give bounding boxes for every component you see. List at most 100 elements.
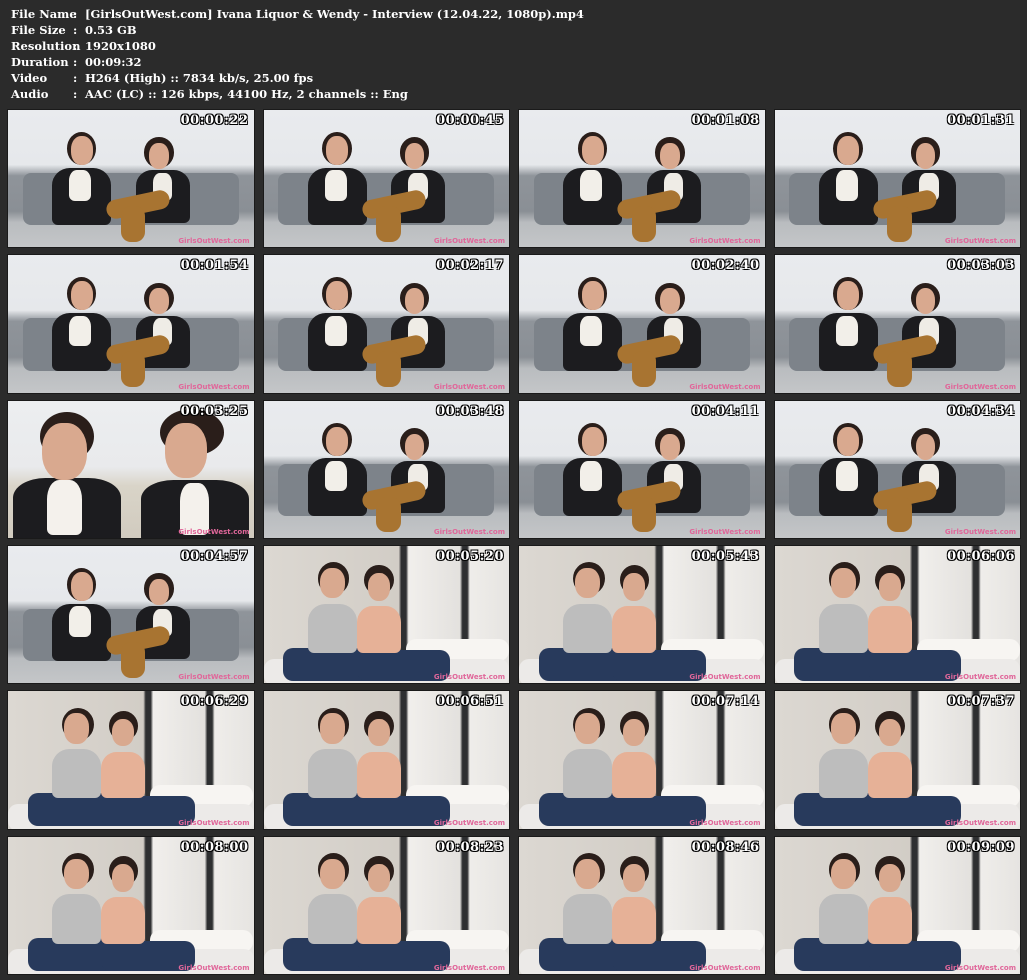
figure-face: [70, 572, 93, 601]
figure-face: [326, 426, 349, 456]
figure-legs: [887, 351, 912, 388]
figure-face: [581, 136, 604, 165]
watermark-logo: GirlsOutWest.com: [178, 237, 250, 246]
figure-top: [867, 897, 912, 944]
figure-face: [915, 288, 936, 315]
thumbnail-interview: 00:04:34 GirlsOutWest.com: [773, 399, 1021, 539]
thumbnail-interview: 00:03:48 GirlsOutWest.com: [262, 399, 510, 539]
thumbnail-window: 00:08:23 GirlsOutWest.com: [262, 835, 510, 975]
info-separator: :: [73, 55, 78, 69]
figure-top: [612, 751, 657, 799]
figure-legs: [631, 496, 657, 533]
info-separator: :: [73, 71, 78, 85]
figure-legs: [120, 351, 146, 388]
figure-face: [149, 288, 169, 315]
thumbnail-closeup: 00:03:25 GirlsOutWest.com: [7, 399, 255, 539]
figure-shirt: [47, 480, 82, 536]
figure-top: [52, 749, 102, 799]
info-separator: :: [73, 87, 78, 101]
scene-illustration: [8, 110, 254, 247]
figure-face: [575, 858, 600, 889]
figure-top: [818, 603, 868, 654]
watermark-logo: GirlsOutWest.com: [689, 527, 761, 536]
figure-face: [367, 573, 390, 601]
figure-face: [623, 718, 646, 747]
info-row: File Name: [GirlsOutWest.com] Ivana Liquo…: [11, 6, 584, 22]
scene-illustration: [264, 110, 510, 247]
timestamp-label: 00:04:34: [947, 403, 1015, 419]
figure-top: [307, 749, 357, 799]
figure-face: [319, 858, 345, 889]
watermark-logo: GirlsOutWest.com: [689, 818, 761, 827]
figure-top: [101, 897, 146, 944]
scene-illustration: [263, 546, 509, 684]
info-separator: :: [73, 7, 78, 21]
info-row: Resolution:1920x1080: [11, 38, 584, 54]
figure-top: [307, 603, 357, 654]
thumbnail-window: 00:06:06 GirlsOutWest.com: [773, 544, 1021, 685]
watermark-logo: GirlsOutWest.com: [689, 382, 761, 391]
figure-face: [915, 142, 936, 170]
watermark-logo: GirlsOutWest.com: [944, 382, 1016, 391]
thumbnail-interview: 00:00:22 GirlsOutWest.com: [7, 109, 255, 249]
figure-shirt: [835, 315, 858, 346]
figure-face: [575, 567, 600, 599]
figure-face: [326, 281, 349, 311]
figure-top: [818, 749, 868, 799]
figure-top: [612, 897, 657, 944]
thumbnail-grid: 00:00:22 GirlsOutWest.com 00:00:45 GirlsOut…: [7, 109, 1021, 975]
scene-illustration: [774, 546, 1020, 684]
thumbnail-window: 00:06:29 GirlsOutWest.com: [7, 690, 255, 830]
scene-illustration: [774, 691, 1020, 829]
thumbnail-window: 00:07:14 GirlsOutWest.com: [518, 690, 766, 830]
watermark-logo: GirlsOutWest.com: [944, 963, 1016, 972]
info-value: 0.53 GB: [85, 23, 137, 37]
scene-illustration: [519, 691, 765, 829]
thumbnail-interview: 00:02:40 GirlsOutWest.com: [518, 254, 766, 394]
info-value: 00:09:32: [85, 55, 142, 69]
scene-illustration: [263, 837, 509, 974]
figure-face: [149, 142, 169, 170]
scene-illustration: [775, 401, 1021, 538]
timestamp-label: 00:05:43: [691, 548, 760, 564]
figure-face: [367, 864, 390, 892]
thumbnail-window: 00:08:00 GirlsOutWest.com: [7, 835, 255, 975]
timestamp-label: 00:08:23: [436, 839, 504, 855]
figure-legs: [376, 206, 401, 242]
scene-illustration: [263, 691, 509, 829]
scene-illustration: [264, 255, 510, 392]
timestamp-label: 00:08:00: [180, 839, 249, 855]
watermark-logo: GirlsOutWest.com: [433, 237, 505, 246]
figure-face: [878, 718, 901, 747]
figure-face: [42, 422, 87, 481]
thumbnail-window: 00:07:37 GirlsOutWest.com: [773, 690, 1021, 830]
figure-top: [356, 751, 401, 799]
thumbnail-interview: 00:01:31 GirlsOutWest.com: [773, 109, 1021, 249]
timestamp-label: 00:02:17: [436, 258, 504, 274]
figure-top: [612, 606, 657, 654]
watermark-logo: GirlsOutWest.com: [944, 237, 1016, 246]
scene-illustration: [775, 110, 1021, 247]
watermark-logo: GirlsOutWest.com: [433, 963, 505, 972]
thumbnail-window: 00:08:46 GirlsOutWest.com: [518, 835, 766, 975]
figure-face: [165, 422, 207, 478]
figure-face: [112, 718, 135, 747]
figure-legs: [376, 496, 401, 533]
scene-illustration: [8, 401, 254, 538]
figure-top: [867, 606, 912, 654]
timestamp-label: 00:02:40: [691, 258, 760, 274]
timestamp-label: 00:04:11: [691, 403, 760, 419]
info-value: AAC (LC) :: 126 kbps, 44100 Hz, 2 channe…: [85, 87, 408, 101]
figure-shirt: [324, 461, 347, 492]
figure-face: [830, 858, 856, 889]
timestamp-label: 00:08:46: [691, 839, 760, 855]
file-info-panel: File Name: [GirlsOutWest.com] Ivana Liquo…: [11, 6, 584, 102]
timestamp-label: 00:01:31: [947, 113, 1015, 128]
watermark-logo: GirlsOutWest.com: [689, 673, 761, 682]
thumbnail-interview: 00:01:54 GirlsOutWest.com: [7, 254, 255, 394]
thumbnail-interview: 00:02:17 GirlsOutWest.com: [262, 254, 510, 394]
figure-top: [356, 897, 401, 944]
figure-face: [404, 433, 425, 460]
timestamp-label: 00:07:14: [691, 694, 760, 710]
timestamp-label: 00:09:09: [947, 839, 1015, 855]
